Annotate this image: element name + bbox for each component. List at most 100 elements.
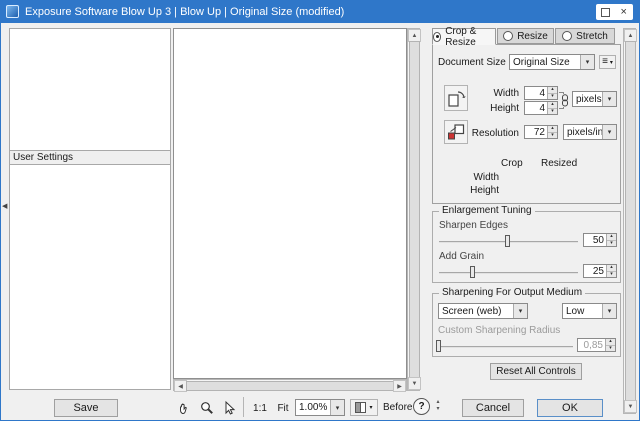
radio-icon: [562, 31, 572, 41]
spin-down-icon: ▾: [548, 109, 557, 115]
zoom-level-select[interactable]: 1.00% ▾: [295, 399, 345, 416]
add-grain-spinner[interactable]: ▴▾: [606, 265, 616, 277]
spin-down-icon: ▾: [607, 241, 616, 247]
magnifier-icon: [199, 400, 215, 416]
reset-all-controls-button[interactable]: Reset All Controls: [490, 363, 582, 380]
save-label: Save: [73, 402, 98, 414]
units-value: pixels: [573, 92, 602, 106]
enlargement-tuning-title: Enlargement Tuning: [439, 205, 535, 216]
scroll-down-icon: ▼: [628, 404, 634, 410]
width-spinner[interactable]: ▴▾: [547, 87, 557, 99]
hand-icon: [177, 400, 193, 416]
save-button[interactable]: Save: [54, 399, 118, 417]
custom-radius-label: Custom Sharpening Radius: [438, 325, 560, 336]
help-label: ?: [418, 401, 424, 412]
zoom-level-value: 1.00%: [296, 400, 330, 415]
tab-crop-resize-label: Crop & Resize: [445, 26, 495, 48]
maximize-button[interactable]: [596, 4, 615, 20]
custom-radius-slider-track[interactable]: [437, 346, 573, 348]
sharpen-edges-field[interactable]: 50 ▴▾: [583, 233, 617, 247]
close-button[interactable]: ×: [615, 4, 634, 20]
sharpen-edges-label: Sharpen Edges: [439, 220, 508, 231]
custom-radius-spinner[interactable]: ▴▾: [605, 339, 615, 351]
menu-icon: ≡: [602, 57, 608, 67]
add-grain-slider-thumb[interactable]: [470, 266, 475, 278]
add-grain-value: 25: [584, 265, 606, 277]
sidebar-collapse-arrow[interactable]: ◀: [2, 202, 7, 210]
factory-settings-list[interactable]: [9, 28, 171, 151]
sharpen-edges-spinner[interactable]: ▴▾: [606, 234, 616, 246]
panel-scroll-down-button[interactable]: ▼: [624, 400, 637, 413]
spin-down-icon: ▾: [548, 94, 557, 100]
fit-button[interactable]: Fit: [273, 400, 293, 416]
ok-label: OK: [562, 402, 578, 414]
custom-radius-field[interactable]: 0,85 ▴▾: [577, 338, 616, 352]
resolution-spinner[interactable]: ▴▾: [547, 126, 557, 138]
select-tool-button[interactable]: [219, 398, 239, 418]
one-to-one-label: 1:1: [253, 403, 267, 414]
sharpen-edges-slider-thumb[interactable]: [505, 235, 510, 247]
add-grain-slider-track[interactable]: [439, 272, 578, 274]
height-value: 4: [525, 102, 547, 114]
chevron-down-icon: ▾: [369, 404, 372, 411]
preview-vscrollbar[interactable]: ▲ ▼: [407, 28, 420, 391]
chevron-down-icon: ▾: [602, 92, 616, 106]
scroll-down-button[interactable]: ▼: [408, 377, 421, 390]
height-spinner[interactable]: ▴▾: [547, 102, 557, 114]
resolution-units-select[interactable]: pixels/in ▾: [563, 124, 617, 140]
vscroll-thumb[interactable]: [409, 41, 420, 380]
scroll-down-icon: ▼: [412, 381, 418, 387]
document-size-label: Document Size: [438, 57, 506, 68]
preset-menu-button[interactable]: ≡ ▾: [599, 55, 616, 69]
width-label: Width: [475, 88, 519, 99]
height-field[interactable]: 4 ▴▾: [524, 101, 558, 115]
zoom-tool-button[interactable]: [197, 398, 217, 418]
panel-scrollbar[interactable]: ▲ ▼: [623, 28, 636, 414]
sharpen-amount-value: Low: [563, 304, 602, 318]
cursor-arrow-icon: [221, 400, 237, 416]
units-select[interactable]: pixels ▾: [572, 91, 617, 107]
user-settings-header[interactable]: User Settings: [9, 150, 171, 165]
close-icon: ×: [621, 6, 627, 18]
orientation-rotate-button[interactable]: [444, 85, 468, 111]
before-toggle[interactable]: Before: [383, 402, 412, 413]
resolution-value: 72: [525, 126, 547, 138]
chevron-down-icon: ▾: [513, 304, 527, 318]
preview-split-select[interactable]: ▾: [350, 399, 378, 416]
table-col-crop: Crop: [501, 158, 523, 169]
pan-tool-button[interactable]: [175, 398, 195, 418]
add-grain-field[interactable]: 25 ▴▾: [583, 264, 617, 278]
hscroll-thumb[interactable]: [186, 381, 396, 391]
cancel-button[interactable]: Cancel: [462, 399, 524, 417]
tab-crop-resize[interactable]: Crop & Resize: [432, 28, 496, 45]
output-medium-value: Screen (web): [439, 304, 513, 318]
resolution-field[interactable]: 72 ▴▾: [524, 125, 558, 139]
output-medium-select[interactable]: Screen (web) ▾: [438, 303, 528, 319]
spin-down-icon: ▾: [606, 346, 615, 352]
custom-radius-value: 0,85: [578, 339, 605, 351]
tab-resize-label: Resize: [517, 31, 548, 42]
scroll-right-button[interactable]: ▶: [393, 380, 406, 392]
sharpen-edges-value: 50: [584, 234, 606, 246]
link-dimensions-toggle[interactable]: [560, 94, 569, 107]
document-size-value: Original Size: [510, 55, 580, 69]
panel-scroll-thumb[interactable]: [625, 41, 636, 403]
tab-resize[interactable]: Resize: [497, 28, 554, 44]
preview-canvas[interactable]: [173, 28, 407, 379]
panel-resize-handle[interactable]: ▴ ▾: [434, 399, 442, 413]
preview-hscrollbar[interactable]: ◀ ▶: [173, 379, 407, 391]
blowup-dialog: Exposure Software Blow Up 3 | Blow Up | …: [0, 0, 640, 421]
title-bar[interactable]: Exposure Software Blow Up 3 | Blow Up | …: [1, 1, 639, 23]
width-field[interactable]: 4 ▴▾: [524, 86, 558, 100]
chevron-down-icon: ▾: [602, 304, 616, 318]
document-size-select[interactable]: Original Size ▾: [509, 54, 595, 70]
help-button[interactable]: ?: [413, 398, 430, 415]
user-settings-list[interactable]: [9, 164, 171, 390]
scroll-right-icon: ▶: [397, 383, 402, 390]
custom-radius-slider-thumb[interactable]: [436, 340, 441, 352]
tab-stretch[interactable]: Stretch: [555, 28, 615, 44]
one-to-one-button[interactable]: 1:1: [249, 400, 271, 416]
sharpen-amount-select[interactable]: Low ▾: [562, 303, 617, 319]
scroll-up-icon: ▲: [628, 33, 634, 39]
ok-button[interactable]: OK: [537, 399, 603, 417]
